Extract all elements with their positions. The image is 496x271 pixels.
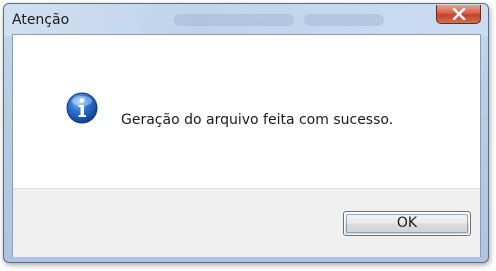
ok-button[interactable]: OK — [343, 211, 471, 236]
title-bar[interactable]: Atenção — [4, 4, 488, 36]
dialog-window: Atenção Geração do arquivo feita com suc… — [3, 3, 489, 263]
title-background-blur — [174, 14, 294, 26]
dialog-message: Geração do arquivo feita com sucesso. — [121, 112, 394, 128]
screen: Atenção Geração do arquivo feita com suc… — [0, 0, 496, 271]
message-area: Geração do arquivo feita com sucesso. — [13, 35, 480, 188]
title-background-blur — [304, 14, 384, 26]
ok-button-label: OK — [396, 215, 418, 231]
dialog-title: Atenção — [12, 12, 70, 28]
dialog-body: Geração do arquivo feita com sucesso. OK — [12, 34, 481, 257]
button-area: OK — [13, 188, 480, 257]
close-button[interactable] — [436, 5, 481, 24]
info-icon — [66, 92, 98, 124]
close-icon — [452, 8, 466, 20]
